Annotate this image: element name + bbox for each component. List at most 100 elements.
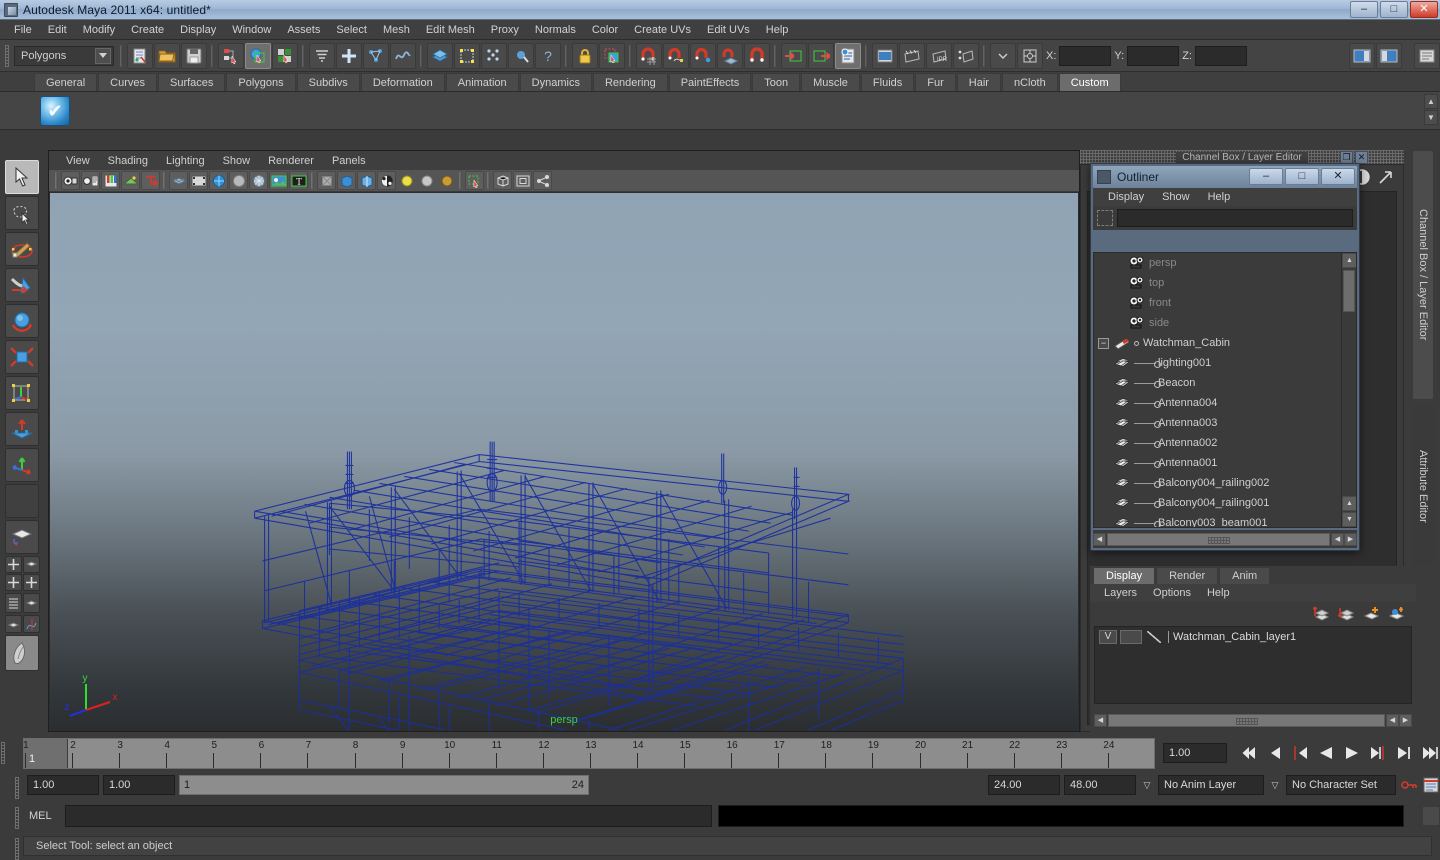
menu-help[interactable]: Help <box>758 22 797 38</box>
help-line-grip[interactable] <box>14 836 21 860</box>
snap-to-plane-magnet-icon[interactable] <box>717 42 743 69</box>
wireframe-shading-icon[interactable] <box>209 171 228 190</box>
lasso-tool-icon[interactable] <box>5 196 39 230</box>
menu-mesh[interactable]: Mesh <box>375 22 418 38</box>
outliner-filter-icon[interactable] <box>1097 210 1113 226</box>
viewport-menu-lighting[interactable]: Lighting <box>157 154 214 168</box>
selection-mode-dropdown[interactable]: Polygons <box>14 45 114 66</box>
outliner-item-side[interactable]: side <box>1094 313 1340 333</box>
snap-to-curve-magnet-icon[interactable] <box>663 42 689 69</box>
last-tool-used-slot[interactable] <box>5 484 39 518</box>
outliner-tree[interactable]: persp top front side − Watchman_Cabin li… <box>1093 252 1357 528</box>
anim-layer-dropdown[interactable]: No Anim Layer <box>1158 775 1264 795</box>
shade-objects-icon[interactable] <box>337 171 356 190</box>
make-live-points-icon[interactable] <box>481 42 507 69</box>
go-to-start-button[interactable] <box>1237 742 1259 764</box>
new-layer-from-selected-icon[interactable] <box>1388 605 1406 621</box>
help-search-icon[interactable] <box>1414 42 1440 69</box>
absolute-transform-icon[interactable] <box>1017 42 1043 69</box>
outliner-title-bar[interactable]: Outliner – □ ✕ <box>1093 166 1357 188</box>
close-button[interactable]: ✕ <box>1410 1 1438 18</box>
step-back-frame-button[interactable] <box>1289 742 1311 764</box>
outliner-scroll-up-button[interactable]: ▲ <box>1342 253 1356 268</box>
output-connections-icon[interactable] <box>808 42 834 69</box>
share-graph-icon[interactable] <box>533 171 552 190</box>
outliner-item-balcony003-beam001[interactable]: Balcony003_beam001 <box>1094 513 1340 527</box>
snap-to-view-planes-icon[interactable] <box>427 42 453 69</box>
arrow-up-right-icon[interactable] <box>1377 168 1395 186</box>
camera-attributes-icon[interactable] <box>81 171 100 190</box>
layer-playback-toggle[interactable] <box>1120 630 1142 644</box>
four-view-layout-icon[interactable] <box>5 556 22 573</box>
rotate-tool-icon[interactable] <box>5 304 39 338</box>
playback-start-time-field[interactable]: 1.00 <box>103 775 175 795</box>
layer-menu-options[interactable]: Options <box>1145 586 1199 600</box>
open-scene-icon[interactable] <box>154 42 180 69</box>
outliner-vertical-scrollbar[interactable]: ▲ ▲ ▼ <box>1341 253 1356 527</box>
shelf-tab-animation[interactable]: Animation <box>445 73 519 91</box>
layer-scroll-left-step-button[interactable]: ◀ <box>1386 713 1399 727</box>
outliner-hscroll-step-left-button[interactable]: ◀ <box>1331 532 1344 546</box>
move-tool-icon[interactable] <box>5 268 39 302</box>
render-settings-icon[interactable] <box>953 42 979 69</box>
shelf-tab-toon[interactable]: Toon <box>752 73 801 91</box>
two-pane-side-layout-icon[interactable] <box>5 574 22 591</box>
layer-menu-layers[interactable]: Layers <box>1096 586 1145 600</box>
shelf-tab-fur[interactable]: Fur <box>915 73 956 91</box>
command-output-field[interactable] <box>718 805 1404 827</box>
outliner-item-antenna001[interactable]: Antenna001 <box>1094 453 1340 473</box>
single-perspective-layout-icon[interactable] <box>5 520 39 554</box>
shelf-tab-general[interactable]: General <box>34 73 98 91</box>
save-scene-icon[interactable] <box>181 42 207 69</box>
shelf-tab-ncloth[interactable]: nCloth <box>1001 73 1058 91</box>
outliner-scroll-down-button[interactable]: ▼ <box>1342 512 1356 527</box>
range-slider-grip[interactable] <box>14 775 21 799</box>
scale-tool-icon[interactable] <box>5 340 39 374</box>
command-language-label[interactable]: MEL <box>29 810 59 822</box>
layer-scroll-left-button[interactable]: ◀ <box>1094 713 1107 727</box>
xray-joints-icon[interactable] <box>357 171 376 190</box>
go-to-end-button[interactable] <box>1419 742 1440 764</box>
paint-selection-tool-icon[interactable] <box>5 232 39 266</box>
animation-start-time-field[interactable]: 1.00 <box>27 775 99 795</box>
shelf-tab-surfaces[interactable]: Surfaces <box>157 73 226 91</box>
shelf-tab-subdivs[interactable]: Subdivs <box>296 73 360 91</box>
menu-edit[interactable]: Edit <box>40 22 75 38</box>
select-tool-icon[interactable] <box>5 160 39 194</box>
select-hierarchy-box-icon[interactable] <box>513 171 532 190</box>
new-empty-layer-icon[interactable] <box>1363 605 1381 621</box>
select-by-hierarchy-icon[interactable] <box>218 42 244 69</box>
viewport-menu-shading[interactable]: Shading <box>99 154 157 168</box>
outliner-item-balcony004-railing001[interactable]: Balcony004_railing001 <box>1094 493 1340 513</box>
outliner-horizontal-scrollbar[interactable]: ◀ ◀ ▶ <box>1093 530 1357 548</box>
menu-color[interactable]: Color <box>584 22 626 38</box>
snap-to-point-magnet-icon[interactable] <box>690 42 716 69</box>
construction-history-icon[interactable] <box>835 42 861 69</box>
status-line-grip[interactable] <box>4 43 11 69</box>
help-question-icon[interactable]: ? <box>535 42 561 69</box>
chevron-down-icon[interactable]: ▽ <box>1140 775 1154 795</box>
smooth-shade-wireframe-icon[interactable] <box>249 171 268 190</box>
show-hide-sidebar-icon[interactable] <box>1349 42 1375 69</box>
outliner-minimize-button[interactable]: – <box>1249 168 1283 185</box>
outliner-close-button[interactable]: ✕ <box>1321 168 1355 185</box>
layer-row[interactable]: V Watchman_Cabin_layer1 <box>1095 627 1411 645</box>
minimize-button[interactable]: – <box>1350 1 1378 18</box>
outliner-filter-input[interactable] <box>1117 209 1353 227</box>
outliner-scroll-page-up-button[interactable]: ▲ <box>1342 496 1356 511</box>
outliner-menu-help[interactable]: Help <box>1199 190 1240 204</box>
shelf-scroll-up-button[interactable]: ▲ <box>1424 94 1438 109</box>
two-pane-stacked-layout-icon[interactable] <box>23 574 40 591</box>
z-input[interactable] <box>1194 45 1247 66</box>
shelf-tab-painteffects[interactable]: PaintEffects <box>668 73 752 91</box>
command-line-grip[interactable] <box>14 805 21 829</box>
shelf-tab-polygons[interactable]: Polygons <box>226 73 296 91</box>
outliner-scroll-thumb[interactable] <box>1343 270 1355 312</box>
render-view-icon[interactable] <box>872 42 898 69</box>
outliner-item-antenna002[interactable]: Antenna002 <box>1094 433 1340 453</box>
layer-scroll-track[interactable] <box>1108 713 1385 727</box>
outliner-item-antenna003[interactable]: Antenna003 <box>1094 413 1340 433</box>
use-default-material-icon[interactable] <box>377 171 396 190</box>
menu-create[interactable]: Create <box>123 22 172 38</box>
image-plane-icon[interactable] <box>121 171 140 190</box>
